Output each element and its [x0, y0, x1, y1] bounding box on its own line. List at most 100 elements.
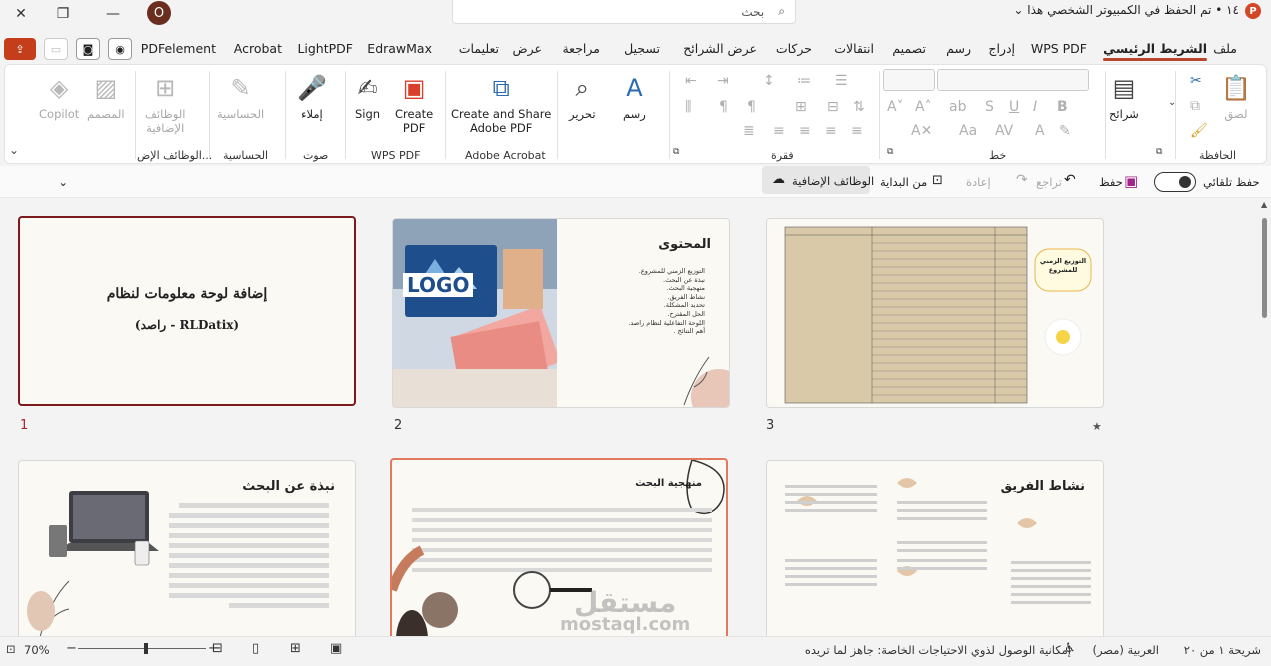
tab-acrobat[interactable]: Acrobat [234, 41, 282, 56]
document-title[interactable]: ١٤ • تم الحفظ في الكمبيوتر الشخصي هذا ⌄ [1013, 3, 1239, 17]
tab-review[interactable]: مراجعة [562, 41, 600, 56]
strikethrough-icon[interactable]: S [985, 99, 994, 115]
clipboard-launcher-icon[interactable]: ⧉ [1156, 147, 1162, 157]
columns-icon[interactable]: ⫼ [685, 99, 691, 115]
reading-view-icon[interactable]: ▯ [252, 641, 259, 656]
slideshow-view-icon[interactable]: ▣ [330, 641, 342, 656]
tab-draw[interactable]: رسم [946, 41, 971, 56]
tab-animations[interactable]: حركات [776, 41, 812, 56]
camera-button[interactable]: ◙ [76, 38, 100, 60]
paragraph-launcher-icon[interactable]: ⧉ [673, 147, 679, 157]
slide-thumbnail-2[interactable]: LOGO المحتوى التوزيع الزمني للمشروع. نبذ… [392, 218, 730, 408]
highlight-icon[interactable]: ✎ [1059, 123, 1071, 139]
redo-label[interactable]: إعادة [966, 175, 991, 189]
font-color-icon[interactable]: A [1035, 123, 1045, 139]
paste-button[interactable]: 📋 لصق [1221, 73, 1251, 121]
change-case-icon[interactable]: Aa [959, 123, 977, 139]
bold-icon[interactable]: B [1057, 99, 1068, 115]
redo-icon[interactable]: ↷ [1016, 172, 1028, 188]
avatar[interactable]: O [147, 1, 171, 25]
increase-font-icon[interactable]: A˄ [915, 99, 932, 115]
text-direction-icon[interactable]: ⇅ [853, 99, 865, 115]
font-launcher-icon[interactable]: ⧉ [887, 147, 893, 157]
distributed-icon[interactable]: ≣ [743, 123, 755, 139]
record-button[interactable]: ◉ [108, 38, 132, 60]
chevron-down-icon[interactable]: ⌄ [1013, 3, 1023, 17]
tab-pdfelement[interactable]: PDFelement [141, 41, 216, 56]
new-slide-button[interactable]: ▤ شرائح [1109, 73, 1139, 121]
tab-home[interactable]: الشريط الرئيسي [1103, 41, 1207, 61]
addins-toolbar-button[interactable]: الوظائف الإضافية ☁ [762, 166, 874, 194]
tab-file[interactable]: ملف [1213, 41, 1237, 56]
decrease-font-icon[interactable]: A˅ [887, 99, 904, 115]
language-status[interactable]: العربية (مصر) [1092, 643, 1159, 657]
create-share-adobe-pdf-button[interactable]: ⧉ Create and Share Adobe PDF [451, 73, 551, 135]
zoom-slider[interactable] [78, 648, 206, 649]
search-input[interactable]: بحث ⌕ [452, 0, 796, 24]
autosave-toggle[interactable] [1154, 172, 1196, 192]
shadow-icon[interactable]: ab [949, 99, 966, 115]
align-left-icon[interactable]: ≡ [799, 123, 811, 139]
sign-button[interactable]: ✍ Sign [355, 73, 380, 121]
format-painter-icon[interactable]: 🖌 [1190, 123, 1208, 139]
rtl-icon[interactable]: ¶ [747, 99, 756, 115]
dictate-button[interactable]: 🎤 إملاء [297, 73, 327, 121]
collapse-ribbon-icon[interactable]: ⌄ [9, 143, 19, 157]
save-icon[interactable]: ▣ [1124, 172, 1138, 190]
tab-design[interactable]: تصميم [892, 41, 926, 56]
outdent-icon[interactable]: ⇤ [685, 73, 697, 89]
minimize-icon[interactable]: — [96, 2, 130, 26]
customize-chevron-icon[interactable]: ⌄ [58, 175, 68, 189]
scroll-up-icon[interactable]: ▲ [1261, 200, 1267, 209]
line-spacing-icon[interactable]: ↕ [763, 73, 775, 89]
draw-button[interactable]: A رسم [623, 73, 646, 121]
from-start-icon[interactable]: ⊡ [932, 173, 943, 188]
tab-help[interactable]: تعليمات [459, 41, 499, 56]
align-right-icon[interactable]: ≡ [851, 123, 863, 139]
comments-button[interactable]: ▭ [44, 38, 68, 60]
create-pdf-button[interactable]: ▣ Create PDF [395, 73, 433, 135]
smartart-icon[interactable]: ⊞ [795, 99, 807, 115]
zoom-level[interactable]: 70% [24, 643, 50, 657]
copilot-button[interactable]: ◈ Copilot [39, 73, 79, 121]
slide-thumbnail-6[interactable]: نشاط الفريق [766, 460, 1104, 636]
tab-edrawmax[interactable]: EdrawMax [367, 41, 432, 56]
numbering-icon[interactable]: ≔ [797, 73, 811, 89]
addins-button[interactable]: ⊞ الوظائف الإضافية [145, 73, 185, 135]
align-center-icon[interactable]: ≡ [825, 123, 837, 139]
tab-slideshow[interactable]: عرض الشرائح [683, 41, 757, 56]
slide-thumbnail-4[interactable]: نبذة عن البحث [18, 460, 356, 636]
restore-icon[interactable]: ❐ [46, 2, 80, 26]
save-label[interactable]: حفظ [1099, 175, 1123, 189]
justify-icon[interactable]: ≡ [773, 123, 785, 139]
tab-insert[interactable]: إدراج [988, 41, 1015, 56]
undo-label[interactable]: تراجع [1036, 175, 1062, 189]
zoom-minus-icon[interactable]: − [66, 641, 77, 656]
share-button[interactable]: ⇪ [4, 38, 36, 60]
italic-icon[interactable]: I [1033, 99, 1037, 115]
tab-record[interactable]: تسجيل [624, 41, 660, 56]
char-spacing-icon[interactable]: AV [995, 123, 1013, 139]
zoom-slider-knob[interactable] [144, 643, 148, 654]
clear-format-icon[interactable]: A✕ [911, 123, 932, 139]
tab-view[interactable]: عرض [513, 41, 542, 56]
slide-thumbnail-3[interactable]: التوزيع الزمني للمشروع [766, 218, 1104, 408]
accessibility-status[interactable]: إمكانية الوصول لذوي الاحتياجات الخاصة: ج… [805, 643, 1071, 657]
sensitivity-button[interactable]: ✎ الحساسية [217, 73, 264, 121]
scrollbar-thumb[interactable] [1262, 218, 1267, 318]
tab-transitions[interactable]: انتقالات [834, 41, 874, 56]
tab-wps-pdf[interactable]: WPS PDF [1031, 41, 1087, 56]
indent-icon[interactable]: ⇥ [717, 73, 729, 89]
slide-thumbnail-1[interactable]: إضافة لوحة معلومات لنظام (راصد - RLDatix… [18, 216, 356, 406]
fit-slide-icon[interactable]: ⊡ [6, 642, 16, 656]
font-name-box[interactable] [937, 69, 1089, 91]
zoom-plus-icon[interactable]: + [208, 641, 219, 656]
from-start-label[interactable]: من البداية [880, 175, 927, 189]
copy-icon[interactable]: ⧉ [1190, 98, 1200, 114]
ltr-icon[interactable]: ¶ [719, 99, 728, 115]
cut-icon[interactable]: ✂ [1190, 73, 1202, 89]
slide-sorter-icon[interactable]: ⊞ [290, 641, 301, 656]
font-size-box[interactable] [883, 69, 935, 91]
editing-button[interactable]: ⌕ تحرير [569, 73, 596, 121]
bullets-icon[interactable]: ☰ [835, 73, 848, 89]
